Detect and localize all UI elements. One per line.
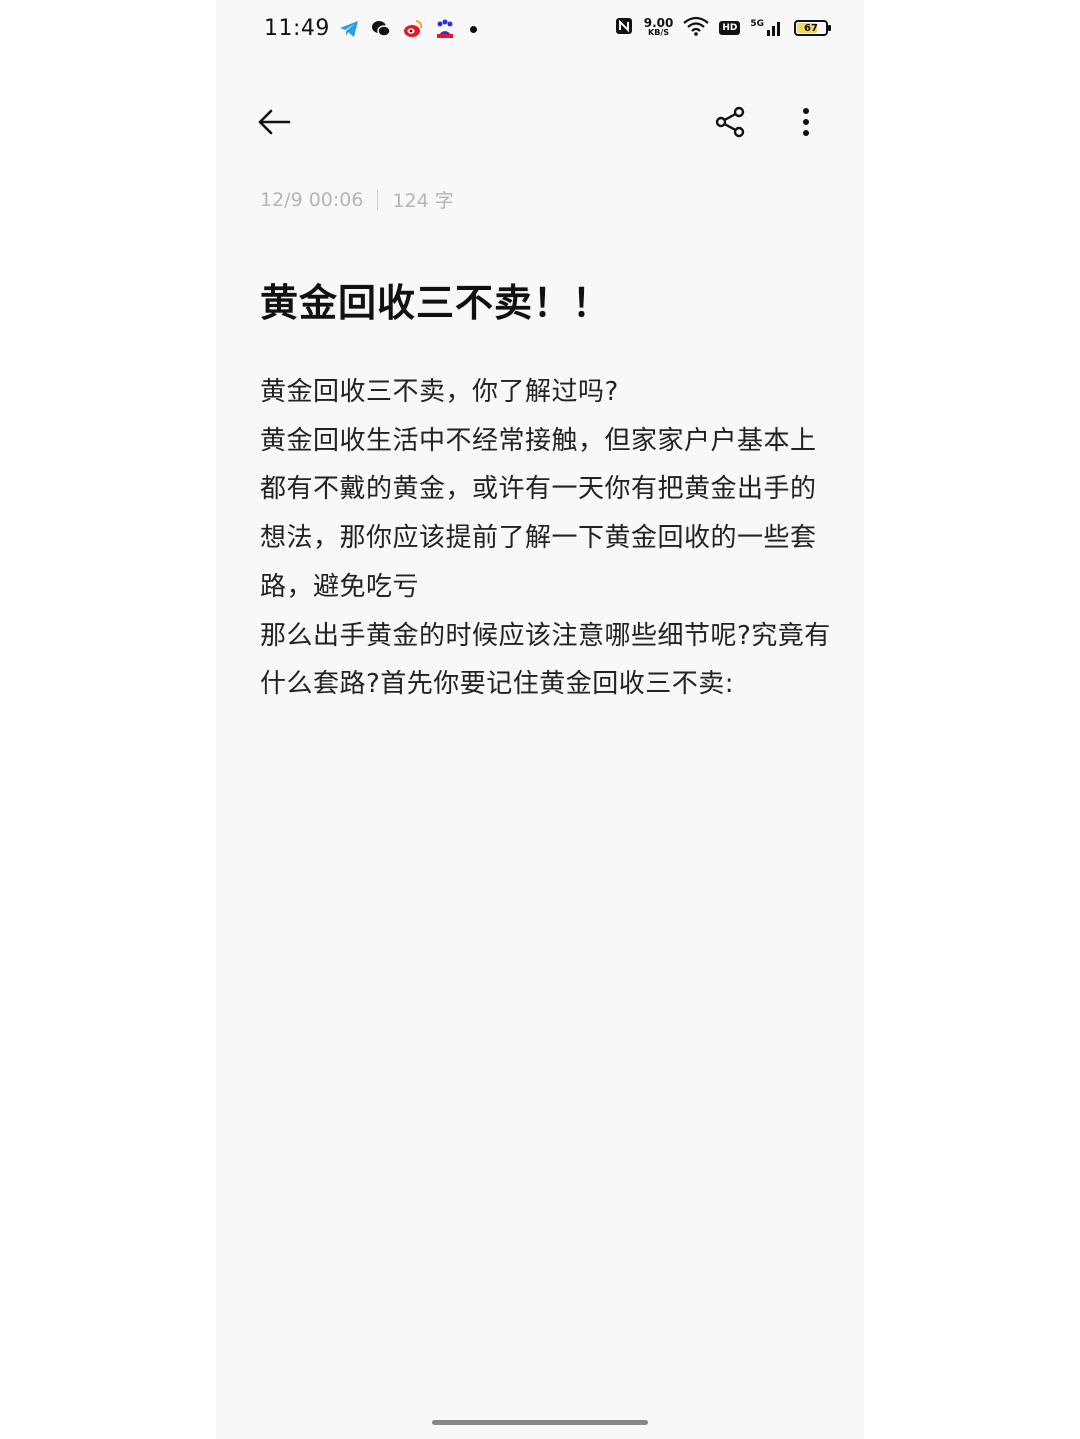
note-date: 12/9 00:06 <box>260 188 364 211</box>
network-speed: 9.00 KB/S <box>643 16 674 38</box>
back-button[interactable] <box>252 102 296 142</box>
meta-divider <box>377 189 379 210</box>
arrow-left-icon <box>258 109 291 135</box>
share-icon <box>715 106 745 138</box>
cellular-signal-icon: 5G <box>750 19 784 37</box>
battery-level: 67 <box>804 22 818 34</box>
signal-label: 5G <box>750 19 764 29</box>
notification-icons <box>338 18 477 40</box>
note-meta: 12/9 00:06 124 字 <box>260 186 454 213</box>
more-options-button[interactable] <box>784 100 828 144</box>
share-button[interactable] <box>708 100 752 144</box>
status-bar: 11:49 9.00 KB/S HD 5G 67 <box>216 0 864 60</box>
home-indicator[interactable] <box>432 1420 648 1425</box>
phone-screen: 11:49 9.00 KB/S HD 5G 67 12/9 00:06 124 … <box>216 0 864 1439</box>
weibo-icon <box>402 18 424 40</box>
baidu-icon <box>434 18 456 40</box>
nfc-icon <box>614 16 634 40</box>
system-icons: 9.00 KB/S HD 5G 67 <box>614 16 831 40</box>
network-speed-value: 9.00 <box>643 16 674 30</box>
battery-icon: 67 <box>794 20 831 36</box>
hd-badge: HD <box>719 21 741 35</box>
network-speed-unit: KB/S <box>648 28 670 37</box>
more-vertical-icon <box>803 108 809 136</box>
note-paragraph: 黄金回收生活中不经常接触，但家家户户基本上都有不戴的黄金，或许有一天你有把黄金出… <box>260 425 817 602</box>
note-toolbar <box>216 90 864 154</box>
note-paragraph: 那么出手黄金的时候应该注意哪些细节呢?究竟有什么套路?首先你要记住黄金回收三不卖… <box>260 620 831 700</box>
wifi-icon <box>683 16 710 40</box>
note-paragraph: 黄金回收三不卖，你了解过吗? <box>260 377 619 407</box>
note-title[interactable]: 黄金回收三不卖！！ <box>260 272 611 327</box>
more-notifications-dot <box>470 25 477 33</box>
note-body[interactable]: 黄金回收三不卖，你了解过吗? 黄金回收生活中不经常接触，但家家户户基本上都有不戴… <box>260 368 835 709</box>
status-time: 11:49 <box>264 16 330 41</box>
note-word-count: 124 字 <box>392 190 454 212</box>
telegram-icon <box>338 18 360 40</box>
wechat-icon <box>370 18 392 40</box>
